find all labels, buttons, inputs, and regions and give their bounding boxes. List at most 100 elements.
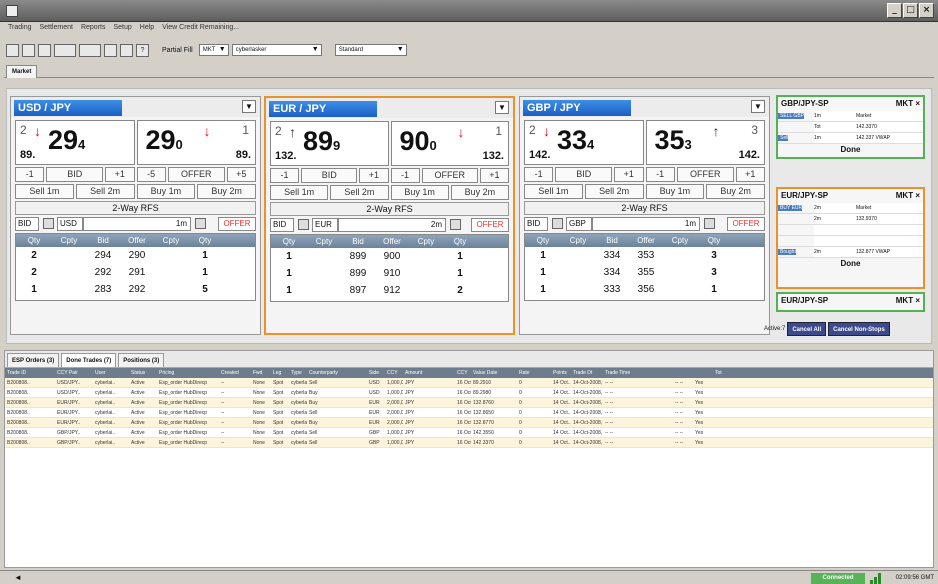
column-header[interactable]: Trade Dt xyxy=(571,368,603,378)
bid-price-box[interactable]: 2 ↑ 899 132. xyxy=(270,121,389,166)
column-header[interactable]: Trade Time xyxy=(603,368,673,378)
close-icon[interactable]: MKT × xyxy=(896,189,920,203)
table-row[interactable]: 1 334 355 3 xyxy=(525,264,764,281)
column-header[interactable]: Fwd xyxy=(251,368,271,378)
menu-view-credit[interactable]: View Credit Remaining... xyxy=(162,24,239,36)
bid-price-box[interactable]: 2 ↓ 334 142. xyxy=(524,120,644,165)
column-header[interactable]: Points xyxy=(551,368,571,378)
bid-minus-button[interactable]: -1 xyxy=(524,167,554,182)
offer-price-box[interactable]: 290 ↓ 1 89. xyxy=(136,120,256,165)
offer-button[interactable]: OFFER xyxy=(421,168,478,183)
tab-esp-orders[interactable]: ESP Orders (3) xyxy=(7,353,60,367)
column-header[interactable]: Type xyxy=(289,368,307,378)
bid-button[interactable]: BID xyxy=(555,167,613,182)
bid-button[interactable]: BID xyxy=(301,168,358,183)
table-row[interactable]: B200808.. EUR/JPY.. cyberlai.. Active Esp_or… xyxy=(5,408,933,418)
cancel-non-stops-button[interactable]: Cancel Non-Stops xyxy=(828,322,890,336)
menu-setup[interactable]: Setup xyxy=(113,24,131,36)
table-row[interactable]: 2 294 290 1 xyxy=(16,247,255,264)
document-icon[interactable] xyxy=(120,43,133,57)
column-header[interactable]: CCY xyxy=(455,368,471,378)
table-row[interactable]: B200808.. EUR/JPY.. cyberlai.. Active Esp_or… xyxy=(5,418,933,428)
column-header[interactable]: Side xyxy=(367,368,385,378)
table-row[interactable]: 1 334 353 3 xyxy=(525,247,764,264)
offer-button[interactable]: OFFER xyxy=(676,167,734,182)
column-header[interactable]: User xyxy=(93,368,129,378)
offer-minus-button[interactable]: -1 xyxy=(645,167,675,182)
table-row[interactable]: 1 899 900 1 xyxy=(271,248,508,265)
column-header[interactable] xyxy=(693,368,713,378)
menu-trading[interactable]: Trading xyxy=(8,24,31,36)
buy-2m-button[interactable]: Buy 2m xyxy=(706,184,765,199)
offer-entry-field[interactable]: OFFER xyxy=(727,217,765,231)
bid-plus-button[interactable]: +1 xyxy=(614,167,644,182)
two-way-rfs-button[interactable]: 2-Way RFS xyxy=(524,201,765,215)
offer-plus-button[interactable]: +1 xyxy=(479,168,509,183)
column-header[interactable]: Counterparty xyxy=(307,368,367,378)
buy-1m-button[interactable]: Buy 1m xyxy=(390,185,449,200)
offer-price-box[interactable]: 353 ↑ 3 142. xyxy=(645,120,765,165)
chevron-down-icon[interactable]: ▼ xyxy=(242,100,256,113)
grid-icon[interactable] xyxy=(22,43,35,57)
close-button[interactable]: × xyxy=(919,3,934,18)
bid-button[interactable]: BID xyxy=(46,167,104,182)
table-row[interactable]: 1 897 912 2 xyxy=(271,282,508,299)
column-header[interactable]: Value Date xyxy=(471,368,517,378)
amount-field[interactable]: 2m xyxy=(338,218,446,232)
cancel-all-button[interactable]: Cancel All xyxy=(787,322,827,336)
sell-1m-button[interactable]: Sell 1m xyxy=(524,184,583,199)
tab-positions[interactable]: Positions (3) xyxy=(118,353,165,367)
column-header[interactable] xyxy=(673,368,693,378)
currency-field[interactable]: EUR xyxy=(312,218,338,232)
chevron-down-icon[interactable]: ▼ xyxy=(751,100,765,113)
help-icon[interactable]: ? xyxy=(136,43,149,57)
sell-2m-button[interactable]: Sell 2m xyxy=(584,184,644,199)
table-row[interactable]: 1 333 356 1 xyxy=(525,281,764,298)
calendar-icon[interactable] xyxy=(195,218,206,229)
table-row[interactable]: B200808.. GBP/JPY.. cyberlai.. Active Esp_or… xyxy=(5,428,933,438)
offer-minus-button[interactable]: -1 xyxy=(390,168,420,183)
table-row[interactable]: B200808.. GBP/JPY.. cyberlai.. Active Esp_or… xyxy=(5,438,933,448)
offer-plus-button[interactable]: +5 xyxy=(226,167,256,182)
bid-entry-field[interactable]: BID xyxy=(15,217,39,231)
list-icon[interactable] xyxy=(38,43,51,57)
table-row[interactable]: B200808.. EUR/JPY.. cyberlai.. Active Esp_or… xyxy=(5,398,933,408)
menu-help[interactable]: Help xyxy=(140,24,154,36)
bid-plus-button[interactable]: +1 xyxy=(105,167,135,182)
maximize-button[interactable]: □ xyxy=(903,3,918,18)
calendar-icon[interactable] xyxy=(450,219,461,230)
close-icon[interactable]: MKT × xyxy=(896,97,920,111)
offer-plus-button[interactable]: +1 xyxy=(735,167,765,182)
bid-price-box[interactable]: 2 ↓ 294 89. xyxy=(15,120,135,165)
table-row[interactable]: 1 283 292 5 xyxy=(16,281,255,298)
sell-2m-button[interactable]: Sell 2m xyxy=(330,185,389,200)
column-header[interactable]: Created xyxy=(219,368,251,378)
buy-2m-button[interactable]: Buy 2m xyxy=(450,185,509,200)
offer-entry-field[interactable]: OFFER xyxy=(471,218,509,232)
calendar-icon[interactable] xyxy=(298,219,309,230)
close-icon[interactable]: MKT × xyxy=(896,294,920,308)
menu-settlement[interactable]: Settlement xyxy=(39,24,72,36)
tab-market[interactable]: Market xyxy=(6,65,38,78)
layout-icon[interactable] xyxy=(6,43,19,57)
mode-select[interactable]: Standard xyxy=(334,44,407,56)
column-header[interactable]: Status xyxy=(129,368,157,378)
offer-button[interactable]: OFFER xyxy=(167,167,225,182)
minimize-button[interactable]: _ xyxy=(887,3,902,18)
two-way-rfs-button[interactable]: 2-Way RFS xyxy=(15,201,256,215)
bid-plus-button[interactable]: +1 xyxy=(359,168,389,183)
bid-minus-button[interactable]: -1 xyxy=(270,168,300,183)
table-row[interactable]: B200808.. USD/JPY.. cyberlai.. Active Esp_or… xyxy=(5,388,933,398)
bid-entry-field[interactable]: BID xyxy=(524,217,548,231)
offer-entry-field[interactable]: OFFER xyxy=(218,217,256,231)
currency-field[interactable]: USD xyxy=(57,217,83,231)
calendar-icon[interactable] xyxy=(704,218,715,229)
amount-field[interactable]: 1m xyxy=(83,217,191,231)
column-header[interactable]: CCY xyxy=(385,368,403,378)
buy-1m-button[interactable]: Buy 1m xyxy=(645,184,705,199)
bid-minus-button[interactable]: -1 xyxy=(15,167,45,182)
column-header[interactable]: Pricing xyxy=(157,368,219,378)
offer-minus-button[interactable]: -5 xyxy=(136,167,166,182)
user-select[interactable]: cyberlasker xyxy=(231,44,322,56)
sell-1m-button[interactable]: Sell 1m xyxy=(15,184,74,199)
